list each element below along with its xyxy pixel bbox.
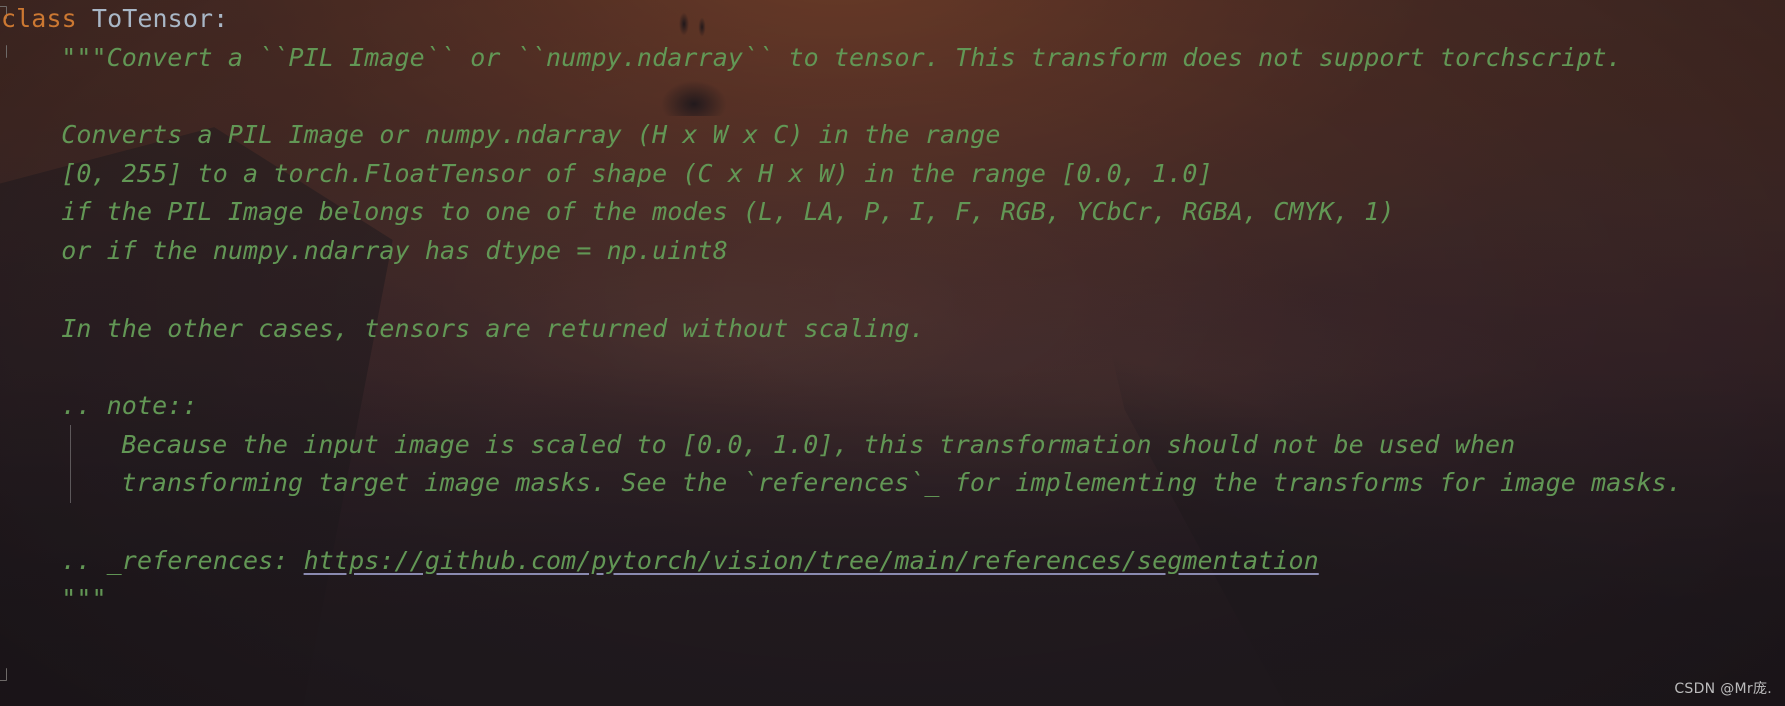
code-line[interactable]: In the other cases, tensors are returned… xyxy=(0,310,1785,349)
code-token-doc: [0, 255] to a torch.FloatTensor of shape… xyxy=(61,158,1213,188)
code-line[interactable] xyxy=(0,271,1785,310)
code-token-doc: In the other cases, tensors are returned… xyxy=(61,313,925,343)
code-line[interactable] xyxy=(0,503,1785,542)
code-line[interactable]: if the PIL Image belongs to one of the m… xyxy=(0,193,1785,232)
docstring-link[interactable]: https://github.com/pytorch/vision/tree/m… xyxy=(304,546,1319,575)
code-token-doc: Converts a PIL Image or numpy.ndarray (H… xyxy=(61,120,1001,150)
code-line[interactable]: Because the input image is scaled to [0.… xyxy=(0,426,1785,465)
code-token-doc: .. _references: xyxy=(61,545,304,575)
code-content[interactable]: class ToTensor: """Convert a ``PIL Image`… xyxy=(0,0,1785,619)
code-line[interactable]: .. _references: https://github.com/pytor… xyxy=(0,542,1785,581)
code-line[interactable]: transforming target image masks. See the… xyxy=(0,464,1785,503)
code-token-doc: """Convert a ``PIL Image`` or ``numpy.nd… xyxy=(61,42,1622,72)
code-token-doc: transforming target image masks. See the… xyxy=(121,468,1682,498)
code-editor[interactable]: class ToTensor: """Convert a ``PIL Image`… xyxy=(0,0,1785,706)
code-line[interactable]: .. note:: xyxy=(0,387,1785,426)
code-line[interactable]: [0, 255] to a torch.FloatTensor of shape… xyxy=(0,155,1785,194)
code-line[interactable]: or if the numpy.ndarray has dtype = np.u… xyxy=(0,232,1785,271)
code-line[interactable] xyxy=(0,348,1785,387)
code-line[interactable] xyxy=(0,77,1785,116)
code-token-class_name: ToTensor xyxy=(91,4,214,33)
code-token-doc: .. note:: xyxy=(61,390,198,420)
fold-marker-class-end[interactable] xyxy=(0,668,7,681)
code-line[interactable]: class ToTensor: xyxy=(0,0,1785,39)
code-token-punct: : xyxy=(213,4,229,33)
code-token-doc: if the PIL Image belongs to one of the m… xyxy=(61,197,1395,227)
code-line[interactable]: """ xyxy=(0,580,1785,619)
csdn-watermark: CSDN @Mr庞. xyxy=(1674,681,1772,697)
code-line[interactable]: Converts a PIL Image or numpy.ndarray (H… xyxy=(0,116,1785,155)
code-token-doc: or if the numpy.ndarray has dtype = np.u… xyxy=(61,236,728,266)
code-token-doc: """ xyxy=(61,584,107,614)
code-line[interactable]: """Convert a ``PIL Image`` or ``numpy.nd… xyxy=(0,39,1785,78)
code-token-keyword: class xyxy=(1,4,77,33)
code-token-doc: Because the input image is scaled to [0.… xyxy=(121,429,1516,459)
